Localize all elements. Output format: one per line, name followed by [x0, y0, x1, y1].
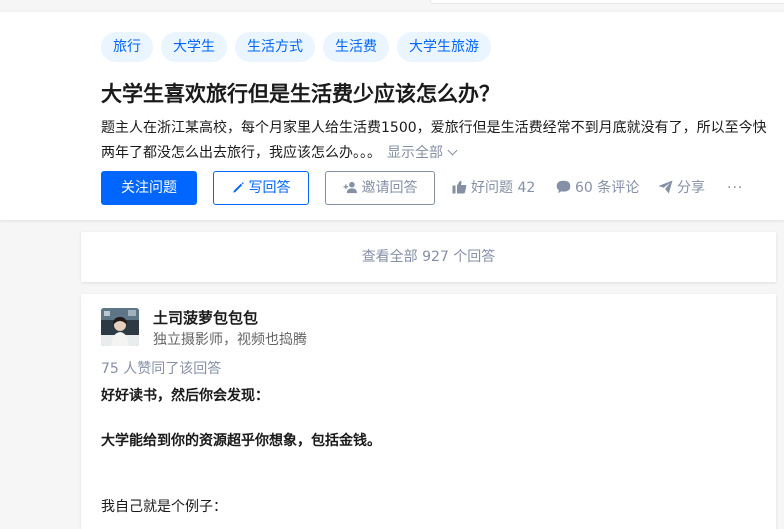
- top-header-strip: [0, 0, 784, 10]
- chevron-down-icon: [447, 145, 458, 156]
- comment-bubble-icon: [556, 180, 571, 194]
- follow-question-button[interactable]: 关注问题: [101, 171, 197, 205]
- comments-button[interactable]: 60 条评论: [556, 171, 639, 205]
- question-header-card: 旅行 大学生 生活方式 生活费 大学生旅游 大学生喜欢旅行但是生活费少应该怎么办…: [0, 12, 784, 220]
- comments-label: 60 条评论: [575, 180, 640, 196]
- author-bio: 独立摄影师，视频也捣腾: [153, 332, 307, 348]
- write-answer-label: 写回答: [248, 180, 291, 196]
- topic-tag-student-travel[interactable]: 大学生旅游: [397, 32, 491, 62]
- share-button[interactable]: 分享: [658, 171, 705, 205]
- invite-answer-label: 邀请回答: [361, 180, 418, 196]
- answer-paragraph: 好好读书，然后你会发现：: [101, 388, 269, 404]
- pencil-icon: [232, 181, 244, 193]
- topic-tags: 旅行 大学生 生活方式 生活费 大学生旅游: [101, 32, 491, 62]
- invite-answer-button[interactable]: 邀请回答: [325, 171, 435, 205]
- question-detail: 题主人在浙江某高校，每个月家里人给生活费1500，爱旅行但是生活费经常不到月底就…: [101, 116, 771, 166]
- avatar-image: [101, 308, 139, 346]
- follow-question-label: 关注问题: [121, 180, 177, 196]
- show-all-button[interactable]: 显示全部: [387, 145, 458, 161]
- author-avatar[interactable]: [101, 308, 139, 346]
- answer-paragraph: 我自己就是个例子：: [101, 499, 227, 515]
- answer-vote-count: 75 人赞同了该回答: [101, 361, 222, 377]
- answer-paragraph: 大学能给到你的资源超乎你想象，包括金钱。: [101, 433, 381, 449]
- search-bar-edge[interactable]: [430, 0, 784, 4]
- view-all-answers-label: 查看全部 927 个回答: [361, 249, 496, 265]
- author-name[interactable]: 土司菠萝包包包: [153, 307, 258, 328]
- more-dots-icon[interactable]: ···: [727, 171, 743, 205]
- topic-tag-lifestyle[interactable]: 生活方式: [235, 32, 315, 62]
- share-plane-icon: [658, 180, 673, 194]
- question-actions: 关注问题 写回答 邀请回答 好问题 42 60 条评论 分享 ···: [101, 171, 751, 205]
- question-title: 大学生喜欢旅行但是生活费少应该怎么办？: [101, 82, 500, 106]
- good-question-button[interactable]: 好问题 42: [452, 171, 535, 205]
- write-answer-button[interactable]: 写回答: [213, 171, 309, 205]
- invite-person-icon: [343, 181, 357, 193]
- show-all-label: 显示全部: [387, 145, 443, 161]
- view-all-answers-button[interactable]: 查看全部 927 个回答: [81, 232, 776, 282]
- thumb-up-icon: [452, 180, 467, 194]
- topic-tag-travel[interactable]: 旅行: [101, 32, 153, 62]
- share-label: 分享: [677, 180, 705, 196]
- answer-card: 土司菠萝包包包 独立摄影师，视频也捣腾 75 人赞同了该回答 好好读书，然后你会…: [81, 294, 776, 529]
- good-question-label: 好问题 42: [471, 180, 536, 196]
- topic-tag-living-expenses[interactable]: 生活费: [323, 32, 389, 62]
- topic-tag-college-student[interactable]: 大学生: [161, 32, 227, 62]
